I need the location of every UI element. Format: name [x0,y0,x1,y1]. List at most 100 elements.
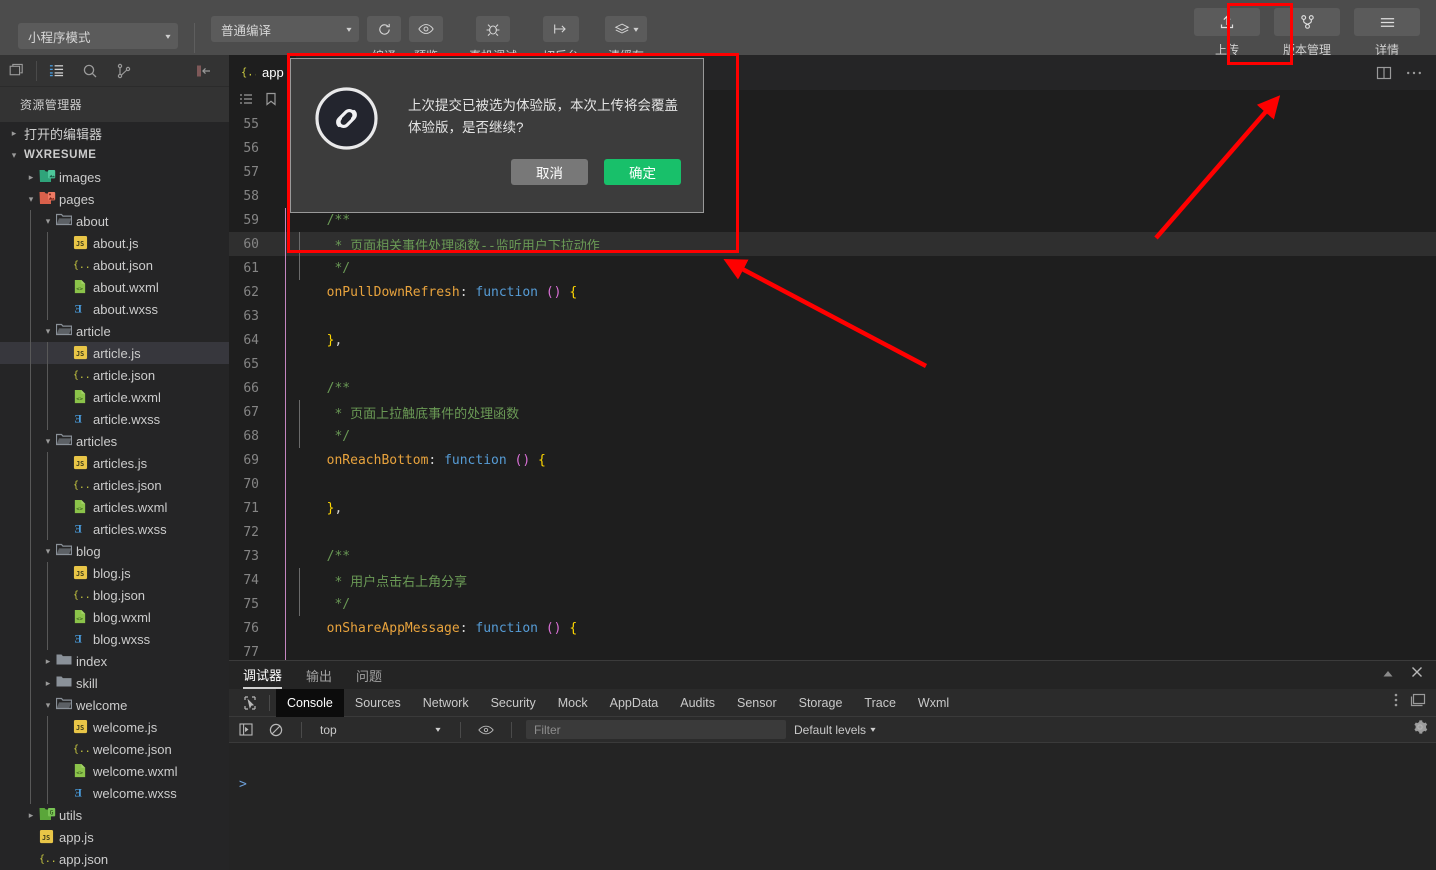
inspect-element-icon[interactable] [237,695,263,710]
code-line[interactable]: 65 [229,352,1436,376]
upload-button[interactable] [1194,8,1260,36]
code-line[interactable]: 63 [229,304,1436,328]
console-tab-security[interactable]: Security [480,689,547,717]
chevron-right-icon[interactable]: ▸ [42,678,54,689]
tree-item[interactable]: {..} about.json [0,254,229,276]
tree-item[interactable]: {..} articles.json [0,474,229,496]
tree-item[interactable]: ▸ skill [0,672,229,694]
tree-item[interactable]: ▸ images [0,166,229,188]
tree-item[interactable]: <> article.wxml [0,386,229,408]
console-tab-network[interactable]: Network [412,689,480,717]
dock-icon[interactable] [1410,693,1426,712]
chevron-right-icon[interactable]: ▸ [42,656,54,667]
explorer-icon[interactable] [39,55,73,87]
code-line[interactable]: 76 onShareAppMessage: function () { [229,616,1436,640]
tree-item[interactable]: <> articles.wxml [0,496,229,518]
switch-background-button[interactable] [543,16,580,42]
minimize-icon[interactable] [1382,666,1394,684]
console-tab-storage[interactable]: Storage [788,689,854,717]
tree-section-WXRESUME[interactable]: ▾ WXRESUME [0,144,229,166]
source-control-icon[interactable] [107,55,141,87]
cancel-button[interactable]: 取消 [511,159,588,185]
tree-item[interactable]: <> blog.wxml [0,606,229,628]
more-vert-icon[interactable] [1394,692,1398,713]
version-button-group[interactable]: 版本管理 [1274,8,1340,58]
devtools-tab-2[interactable]: 问题 [356,661,382,689]
chevron-down-icon[interactable]: ▾ [42,436,54,447]
chevron-right-icon[interactable]: ▸ [25,810,37,821]
console-tab-sensor[interactable]: Sensor [726,689,788,717]
chevron-right-icon[interactable]: ▸ [8,128,20,139]
tree-item[interactable]: ▾ about [0,210,229,232]
devtools-tab-1[interactable]: 输出 [306,661,332,689]
outline-icon[interactable] [239,92,253,110]
tree-item[interactable]: JS blog.js [0,562,229,584]
split-editor-icon[interactable] [1376,66,1392,80]
tree-item[interactable]: Ǝarticle.wxss [0,408,229,430]
tree-item[interactable]: JS welcome.js [0,716,229,738]
tree-item[interactable]: {..} blog.json [0,584,229,606]
chevron-down-icon[interactable]: ▾ [25,194,37,205]
preview-button[interactable] [409,16,443,42]
eye-icon[interactable] [475,719,497,741]
editor-tab-app-json[interactable]: {..} app [229,55,297,90]
search-icon[interactable] [73,55,107,87]
tree-item[interactable]: ▾ welcome [0,694,229,716]
code-line[interactable]: 67 * 页面上拉触底事件的处理函数 [229,400,1436,424]
tree-item[interactable]: {..} article.json [0,364,229,386]
tree-item[interactable]: {..} app.json [0,848,229,870]
devtools-tab-0[interactable]: 调试器 [243,661,283,689]
console-tab-wxml[interactable]: Wxml [907,689,960,717]
details-button-group[interactable]: 详情 [1354,8,1420,58]
confirm-button[interactable]: 确定 [604,159,681,185]
code-line[interactable]: 72 [229,520,1436,544]
tree-item[interactable]: JS app.js [0,826,229,848]
device-debug-button[interactable] [476,16,510,42]
compile-select-item[interactable]: 普通编译 ▾ [211,16,359,42]
tree-item[interactable]: JS article.js [0,342,229,364]
console-tab-mock[interactable]: Mock [547,689,599,717]
console-tab-audits[interactable]: Audits [669,689,726,717]
code-line[interactable]: 70 [229,472,1436,496]
tree-item[interactable]: JS about.js [0,232,229,254]
collapse-sidebar-icon[interactable] [187,55,221,87]
console-levels-select[interactable]: Default levels ▾ [794,723,876,737]
tree-item[interactable]: ▾ pages [0,188,229,210]
tree-item[interactable]: Ǝwelcome.wxss [0,782,229,804]
code-line[interactable]: 60 * 页面相关事件处理函数--监听用户下拉动作 [229,232,1436,256]
chevron-down-icon[interactable]: ▾ [42,700,54,711]
tree-section-打开的编辑器[interactable]: ▸ 打开的编辑器 [0,122,229,144]
compile-select[interactable]: 普通编译 ▾ [211,16,359,42]
code-line[interactable]: 71 }, [229,496,1436,520]
more-actions-icon[interactable] [1406,70,1422,76]
code-line[interactable]: 69 onReachBottom: function () { [229,448,1436,472]
clear-cache-button[interactable]: ▾ [605,16,648,42]
close-icon[interactable] [1410,665,1424,684]
tree-item[interactable]: ▾ blog [0,540,229,562]
simulator-toggle-icon[interactable] [0,55,34,87]
version-management-button[interactable] [1274,8,1340,36]
code-line[interactable]: 68 */ [229,424,1436,448]
console-filter-input[interactable]: Filter [526,720,786,739]
console-output[interactable]: > [229,771,1436,870]
code-line[interactable]: 64 }, [229,328,1436,352]
clear-console-icon[interactable] [265,719,287,741]
console-tab-appdata[interactable]: AppData [599,689,670,717]
upload-button-group[interactable]: 上传 [1194,8,1260,58]
tree-item[interactable]: ▾ article [0,320,229,342]
code-line[interactable]: 73 /** [229,544,1436,568]
tree-item[interactable]: Ǝabout.wxss [0,298,229,320]
code-line[interactable]: 75 */ [229,592,1436,616]
bookmark-icon[interactable] [265,92,277,111]
tree-item[interactable]: JS articles.js [0,452,229,474]
tree-item[interactable]: <> about.wxml [0,276,229,298]
console-prompt[interactable]: > [229,771,1436,798]
chevron-down-icon[interactable]: ▾ [42,546,54,557]
settings-gear-icon[interactable] [1412,719,1428,740]
console-tab-console[interactable]: Console [276,688,344,717]
tree-item[interactable]: {..} welcome.json [0,738,229,760]
tree-item[interactable]: ▸ index [0,650,229,672]
chevron-down-icon[interactable]: ▾ [8,150,20,161]
tree-item[interactable]: ▸ Gutils [0,804,229,826]
code-line[interactable]: 66 /** [229,376,1436,400]
